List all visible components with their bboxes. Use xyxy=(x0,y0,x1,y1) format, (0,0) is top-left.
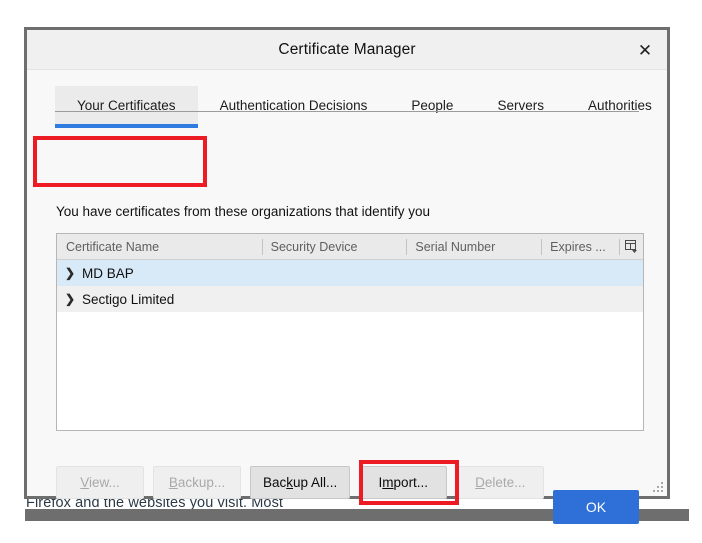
resize-grip-icon[interactable] xyxy=(652,481,664,493)
action-button-row: View... Backup... Backup All... Import..… xyxy=(56,466,545,499)
certificates-tree[interactable]: Certificate Name Security Device Serial … xyxy=(56,233,644,431)
tab-people[interactable]: People xyxy=(389,86,475,124)
backup-button[interactable]: Backup... xyxy=(153,466,241,499)
certificate-manager-dialog: Certificate Manager ✕ Your Certificates … xyxy=(24,27,670,524)
chevron-right-icon[interactable]: ❯ xyxy=(65,266,82,280)
backup-button-label: Backup... xyxy=(168,475,226,490)
view-button[interactable]: View... xyxy=(56,466,144,499)
page-root: Firefox and the websites you visit. Most… xyxy=(0,0,702,543)
tab-your-certificates[interactable]: Your Certificates xyxy=(55,86,198,128)
backup-all-button-label: Backup All... xyxy=(263,475,338,490)
import-button[interactable]: Import... xyxy=(359,466,448,499)
tab-strip: Your Certificates Authentication Decisio… xyxy=(27,82,667,128)
tab-strip-divider xyxy=(55,111,639,112)
column-header-serial-number[interactable]: Serial Number xyxy=(406,234,541,260)
dialog-title: Certificate Manager xyxy=(278,40,416,58)
column-picker-icon[interactable] xyxy=(619,234,643,260)
view-button-label: View... xyxy=(80,475,120,490)
annotation-box-your-certificates-tab xyxy=(33,136,207,187)
tab-servers[interactable]: Servers xyxy=(475,86,566,124)
dialog-titlebar: Certificate Manager ✕ xyxy=(27,30,667,70)
ok-button[interactable]: OK xyxy=(553,490,639,524)
certificate-org-name: MD BAP xyxy=(82,265,134,281)
delete-button[interactable]: Delete... xyxy=(456,466,545,499)
tab-authorities[interactable]: Authorities xyxy=(566,86,674,124)
certificates-description: You have certificates from these organiz… xyxy=(56,204,430,219)
backup-all-button[interactable]: Backup All... xyxy=(250,466,351,499)
dialog-body: Your Certificates Authentication Decisio… xyxy=(27,70,667,524)
import-button-label: Import... xyxy=(378,475,429,490)
column-header-certificate-name[interactable]: Certificate Name xyxy=(57,234,262,260)
tree-header-row: Certificate Name Security Device Serial … xyxy=(57,234,643,260)
certificate-org-name: Sectigo Limited xyxy=(82,291,175,307)
delete-button-label: Delete... xyxy=(475,475,526,490)
table-row[interactable]: ❯ MD BAP xyxy=(57,260,643,286)
chevron-right-icon[interactable]: ❯ xyxy=(65,292,82,306)
close-icon[interactable]: ✕ xyxy=(629,34,661,66)
tab-list: Your Certificates Authentication Decisio… xyxy=(55,82,674,128)
column-header-security-device[interactable]: Security Device xyxy=(261,234,407,260)
tab-active-underline xyxy=(55,124,198,128)
tab-authentication-decisions[interactable]: Authentication Decisions xyxy=(198,86,390,124)
column-header-expires[interactable]: Expires ... xyxy=(541,234,619,260)
table-row[interactable]: ❯ Sectigo Limited xyxy=(57,286,643,312)
